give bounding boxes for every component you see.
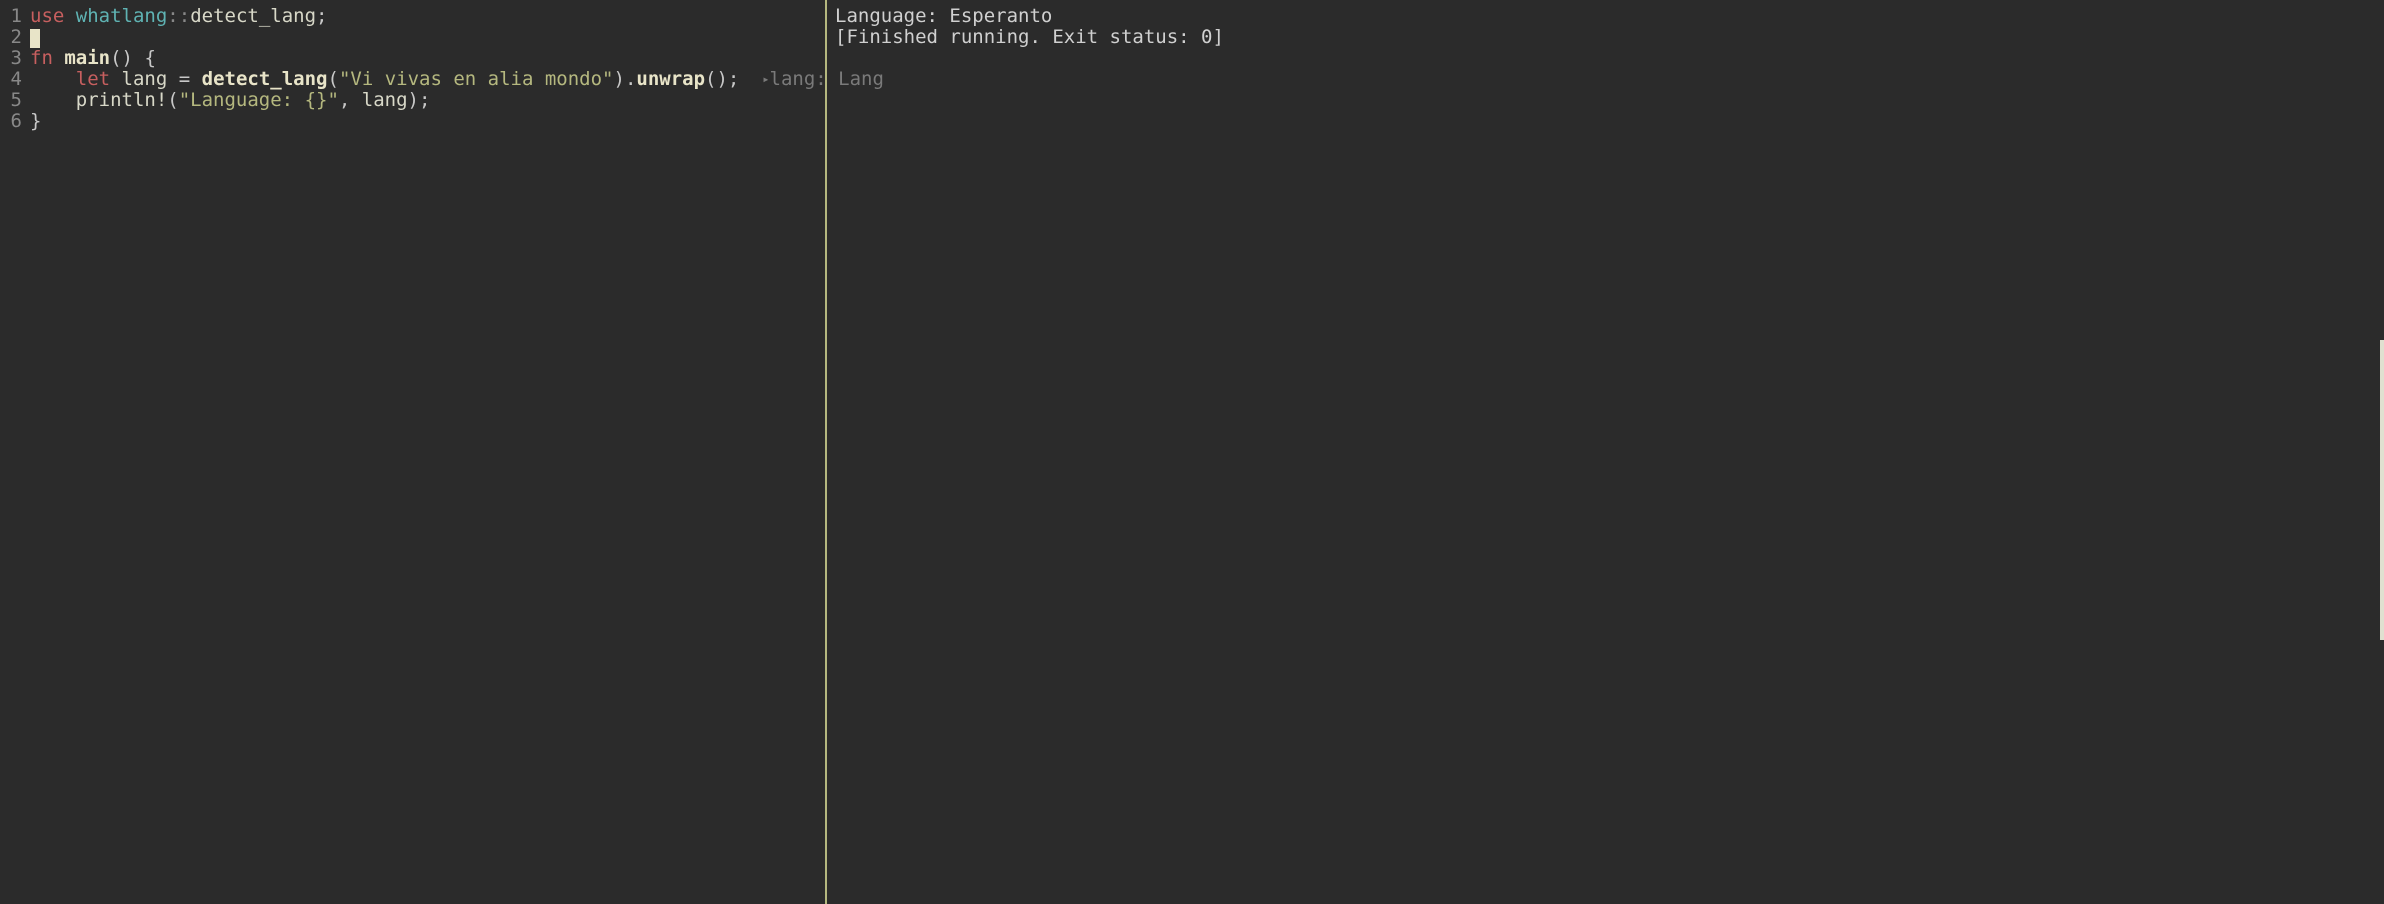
code-line-6[interactable]: } [30,111,884,132]
keyword-let: let [76,68,110,90]
brace-close: } [30,110,41,132]
string-literal: "Vi vivas en alia mondo" [339,68,614,90]
code-line-1[interactable]: use whatlang::detect_lang; [30,6,884,27]
code-line-4[interactable]: let lang = detect_lang("Vi vivas en alia… [30,69,884,90]
path-separator: :: [167,5,190,27]
semicolon: ; [316,5,327,27]
line-number: 3 [0,48,22,69]
variable-name: lang [110,68,179,90]
editor-pane[interactable]: 1 2 3 4 5 6 use whatlang::detect_lang; f… [0,0,825,904]
string-literal: "Language: {}" [179,89,339,111]
parens: () [110,47,133,69]
code-line-3[interactable]: fn main() { [30,48,884,69]
code-line-5[interactable]: println!("Language: {}", lang); [30,90,884,111]
import-item: detect_lang [190,5,316,27]
line-number: 2 [0,27,22,48]
output-line: Language: Esperanto [835,6,2384,27]
line-number-gutter: 1 2 3 4 5 6 [0,0,26,904]
output-status-line: [Finished running. Exit status: 0] [835,27,2384,48]
inlay-hint-arrow-icon: ▸ [762,69,769,90]
function-name: main [64,47,110,69]
method-call: unwrap [636,68,705,90]
function-call: detect_lang [202,68,328,90]
text-cursor [30,29,40,48]
keyword-use: use [30,5,64,27]
line-number: 5 [0,90,22,111]
output-pane[interactable]: Language: Esperanto [Finished running. E… [827,0,2384,904]
line-number: 6 [0,111,22,132]
brace-open: { [133,47,156,69]
argument: lang [362,89,408,111]
keyword-fn: fn [30,47,53,69]
macro-call: println! [76,89,168,111]
code-line-2[interactable] [30,27,884,48]
code-area[interactable]: use whatlang::detect_lang; fn main() { l… [26,0,884,904]
line-number: 1 [0,6,22,27]
line-number: 4 [0,69,22,90]
crate-name: whatlang [76,5,168,27]
